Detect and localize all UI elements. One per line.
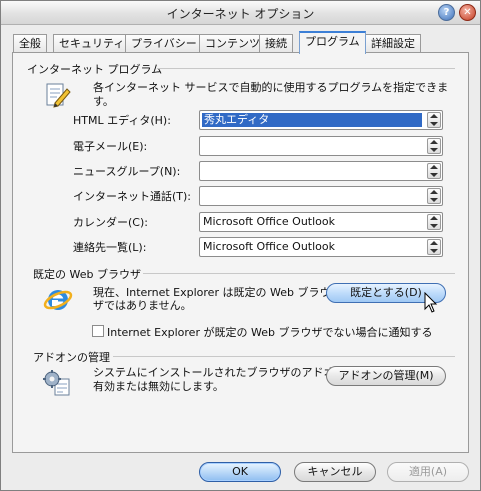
tab-programs[interactable]: プログラム — [299, 31, 366, 54]
calendar-select[interactable]: Microsoft Office Outlook — [199, 212, 443, 232]
addons-group-title: アドオンの管理 — [33, 351, 110, 364]
calendar-label: カレンダー(C): — [73, 216, 148, 229]
addons-gear-icon — [41, 367, 73, 402]
internet-options-dialog: インターネット オプション ? ✕ 全般 セキュリティ プライバシー コンテンツ… — [0, 0, 481, 491]
programs-tab-panel: インターネット プログラム 各インターネット サービスで自動的に使用するプログラ… — [12, 52, 469, 453]
manage-addons-button[interactable]: アドオンの管理(M) — [326, 366, 446, 386]
close-icon: ✕ — [463, 7, 472, 18]
chevron-updown-icon — [427, 138, 441, 154]
tab-connections[interactable]: 接続 — [259, 34, 293, 53]
notify-default-label[interactable]: Internet Explorer が既定の Web ブラウザでない場合に通知す… — [107, 324, 432, 340]
addons-description-line1: システムにインストールされたブラウザのアドオンを — [93, 366, 357, 379]
notify-default-checkbox[interactable] — [92, 325, 104, 337]
help-button[interactable]: ? — [438, 4, 455, 21]
tab-advanced[interactable]: 詳細設定 — [365, 34, 421, 53]
close-button[interactable]: ✕ — [459, 4, 476, 21]
contacts-select[interactable]: Microsoft Office Outlook — [199, 237, 443, 257]
programs-group-divider — [157, 68, 455, 69]
internet-call-select[interactable] — [199, 186, 443, 206]
mouse-pointer-icon — [424, 291, 438, 317]
internet-call-label: インターネット通話(T): — [73, 190, 192, 203]
chevron-updown-icon — [427, 239, 441, 255]
tab-security[interactable]: セキュリティ — [53, 34, 131, 53]
chevron-updown-icon — [427, 163, 441, 179]
browser-group-divider — [143, 273, 455, 274]
programs-group-title: インターネット プログラム — [27, 63, 163, 76]
programs-description: 各インターネット サービスで自動的に使用するプログラムを指定できます。 — [93, 81, 449, 108]
html-editor-label: HTML エディタ(H): — [73, 114, 171, 127]
chevron-updown-icon — [427, 188, 441, 204]
addons-description-line2: 有効または無効にします。 — [93, 380, 224, 393]
window-title: インターネット オプション — [166, 7, 315, 21]
tab-privacy[interactable]: プライバシー — [125, 34, 203, 53]
tab-general[interactable]: 全般 — [13, 34, 47, 53]
document-pencil-icon — [43, 81, 71, 112]
chevron-updown-icon — [427, 112, 441, 128]
newsgroups-label: ニュースグループ(N): — [73, 165, 181, 178]
ok-button[interactable]: OK — [199, 462, 281, 482]
chevron-updown-icon — [427, 214, 441, 230]
browser-group-title: 既定の Web ブラウザ — [33, 268, 141, 281]
default-browser-status-line2: ザではありません。 — [93, 299, 192, 312]
tab-content[interactable]: コンテンツ — [199, 34, 266, 53]
newsgroups-select[interactable] — [199, 161, 443, 181]
calendar-value: Microsoft Office Outlook — [203, 215, 335, 228]
contacts-value: Microsoft Office Outlook — [203, 240, 335, 253]
email-label: 電子メール(E): — [73, 140, 148, 153]
default-browser-status-line1: 現在、Internet Explorer は既定の Web ブラウ — [93, 286, 331, 299]
html-editor-select[interactable]: 秀丸エディタ — [199, 110, 443, 130]
contacts-label: 連絡先一覧(L): — [73, 241, 147, 254]
cancel-button[interactable]: キャンセル — [294, 462, 376, 482]
html-editor-value: 秀丸エディタ — [202, 113, 422, 127]
title-bar[interactable]: インターネット オプション ? ✕ — [1, 1, 480, 25]
internet-explorer-icon — [43, 285, 73, 318]
help-icon: ? — [443, 7, 450, 18]
apply-button[interactable]: 適用(A) — [387, 462, 469, 482]
addons-group-divider — [113, 356, 455, 357]
email-select[interactable] — [199, 136, 443, 156]
